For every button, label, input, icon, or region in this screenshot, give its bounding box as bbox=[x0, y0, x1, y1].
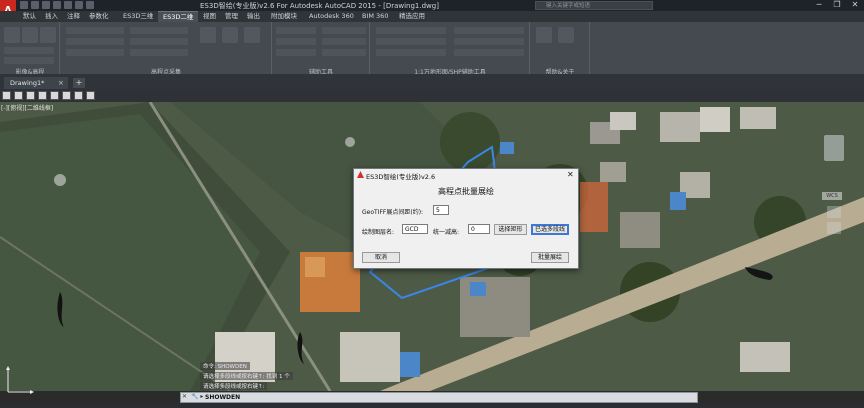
dialog-title: ES3D智绘(专业版)v2.6 bbox=[366, 173, 436, 181]
new-tab-button[interactable]: + bbox=[73, 78, 85, 88]
ribbon-cmd[interactable] bbox=[66, 27, 124, 34]
ribbon-cmd[interactable] bbox=[276, 27, 316, 34]
status-bar bbox=[0, 403, 864, 408]
selected-polyline-button[interactable]: 已选多段线 bbox=[531, 224, 569, 235]
navigation-cube[interactable] bbox=[824, 135, 844, 161]
properties-icon[interactable] bbox=[86, 91, 95, 100]
ribbon-cmd[interactable] bbox=[130, 38, 188, 45]
search-input[interactable]: 键入关键字或短语 bbox=[535, 1, 653, 10]
tab-manage[interactable]: 管理 bbox=[220, 11, 243, 22]
about-icon[interactable] bbox=[558, 27, 574, 43]
document-tabbar bbox=[0, 75, 864, 89]
new-icon[interactable] bbox=[20, 1, 28, 9]
ucs-icon bbox=[6, 366, 34, 394]
ribbon-cmd[interactable] bbox=[454, 38, 524, 45]
ribbon-cmd[interactable] bbox=[322, 27, 366, 34]
close-button[interactable]: ✕ bbox=[846, 0, 864, 11]
tab-es3d-2d[interactable]: ES3D二维 bbox=[158, 11, 199, 22]
points-icon[interactable] bbox=[200, 27, 216, 43]
tab-a360[interactable]: Autodesk 360 bbox=[304, 11, 359, 22]
command-history-line: 请选择多段线或按右键↑: 找到 1 个 bbox=[200, 372, 293, 380]
ribbon-cmd[interactable] bbox=[66, 49, 124, 56]
restore-button[interactable]: ❐ bbox=[828, 0, 846, 11]
undo-icon[interactable] bbox=[75, 1, 83, 9]
dem-icon[interactable] bbox=[4, 27, 20, 43]
help-icon[interactable] bbox=[536, 27, 552, 43]
elevation-input[interactable] bbox=[468, 224, 490, 234]
save-icon[interactable] bbox=[42, 1, 50, 9]
dialog-heading: 高程点批量展绘 bbox=[438, 187, 494, 196]
tab-output[interactable]: 输出 bbox=[242, 11, 265, 22]
ribbon-cmd[interactable] bbox=[66, 38, 124, 45]
dialog-close-button[interactable]: ✕ bbox=[567, 170, 574, 179]
ribbon-cmd[interactable] bbox=[130, 27, 188, 34]
tab-annotate[interactable]: 注释 bbox=[62, 11, 85, 22]
ribbon-cmd[interactable] bbox=[276, 49, 316, 56]
tab-featured[interactable]: 精选应用 bbox=[394, 11, 430, 22]
redo-icon[interactable] bbox=[86, 1, 94, 9]
orbit-icon[interactable] bbox=[14, 91, 23, 100]
ribbon-cmd[interactable] bbox=[376, 49, 446, 56]
layer-label: 绘制图层名: bbox=[362, 229, 395, 236]
tab-es3d-3d[interactable]: ES3D三维 bbox=[118, 11, 158, 22]
ribbon-cmd[interactable] bbox=[276, 38, 316, 45]
cancel-button[interactable]: 取消 bbox=[362, 252, 400, 263]
tab-bim360[interactable]: BIM 360 bbox=[357, 11, 393, 22]
ribbon-cmd[interactable] bbox=[4, 57, 54, 64]
ribbon-cmd[interactable] bbox=[376, 27, 446, 34]
ribbon-cmd[interactable] bbox=[4, 47, 54, 54]
close-tab-icon[interactable]: × bbox=[58, 77, 64, 89]
wcs-menu[interactable]: WCS bbox=[822, 192, 842, 200]
pan-nav-icon[interactable] bbox=[827, 206, 841, 218]
zoom-icon[interactable] bbox=[26, 91, 35, 100]
command-prefix-icon[interactable]: 🔧 ▸ bbox=[191, 393, 203, 400]
grid-icon[interactable] bbox=[222, 27, 238, 43]
tab-insert[interactable]: 插入 bbox=[40, 11, 63, 22]
elevation-label: 统一减高: bbox=[433, 229, 460, 236]
saveas-icon[interactable] bbox=[53, 1, 61, 9]
zoom-window-icon[interactable] bbox=[38, 91, 47, 100]
tab-view[interactable]: 视图 bbox=[198, 11, 221, 22]
command-history-line: 命令: SHOWDEN bbox=[200, 362, 250, 370]
close-command-icon[interactable]: ✕ bbox=[182, 393, 189, 400]
view-label[interactable]: [-][俯视][二维线框] bbox=[1, 103, 53, 112]
minimize-button[interactable]: ─ bbox=[810, 0, 828, 11]
ribbon-cmd[interactable] bbox=[322, 49, 366, 56]
zoom-nav-icon[interactable] bbox=[827, 222, 841, 234]
interval-input[interactable] bbox=[433, 205, 449, 215]
command-line[interactable] bbox=[180, 392, 698, 403]
ribbon-cmd[interactable] bbox=[454, 49, 524, 56]
ribbon-cmd[interactable] bbox=[376, 38, 446, 45]
interval-label: GeoTIFF展点间距(约): bbox=[362, 209, 424, 216]
ribbon-cmd[interactable] bbox=[454, 27, 524, 34]
tab-parametric[interactable]: 参数化 bbox=[84, 11, 114, 22]
zoom-extents-icon[interactable] bbox=[50, 91, 59, 100]
pan-icon[interactable] bbox=[2, 91, 11, 100]
image-icon[interactable] bbox=[40, 27, 56, 43]
contour-icon[interactable] bbox=[244, 27, 260, 43]
tab-addins[interactable]: 附加模块 bbox=[266, 11, 302, 22]
drawing-toolbar bbox=[0, 89, 864, 102]
regen-icon[interactable] bbox=[62, 91, 71, 100]
autocad-icon bbox=[357, 171, 364, 178]
ribbon-cmd[interactable] bbox=[130, 49, 188, 56]
window-title: ES3D智绘(专业版)v2.6 For Autodesk AutoCAD 201… bbox=[200, 2, 439, 10]
download-icon[interactable] bbox=[22, 27, 38, 43]
print-icon[interactable] bbox=[64, 1, 72, 9]
select-rect-button[interactable]: 选择矩形 bbox=[494, 224, 527, 235]
batch-plot-button[interactable]: 批量展绘 bbox=[531, 252, 569, 263]
layer-input[interactable] bbox=[402, 224, 428, 234]
open-icon[interactable] bbox=[31, 1, 39, 9]
tab-default[interactable]: 默认 bbox=[18, 11, 41, 22]
ribbon-cmd[interactable] bbox=[322, 38, 366, 45]
command-input[interactable]: SHOWDEN bbox=[205, 392, 240, 403]
layer-icon[interactable] bbox=[74, 91, 83, 100]
command-history-line: 请选择多段线或按右键↑: bbox=[200, 382, 268, 390]
